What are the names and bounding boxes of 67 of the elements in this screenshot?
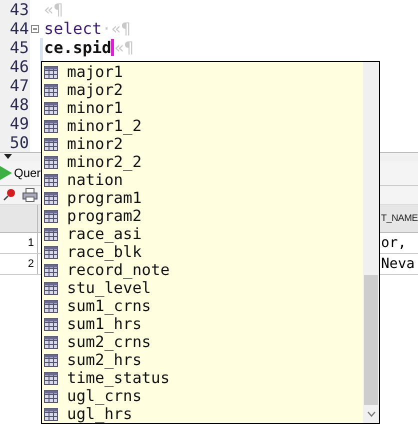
suggestion-item[interactable]: minor1: [42, 99, 363, 117]
table-icon: [44, 390, 58, 402]
suggestion-item[interactable]: minor2_2: [42, 153, 363, 171]
table-icon: [44, 246, 58, 258]
table-icon: [44, 192, 58, 204]
line-number: 50: [0, 133, 30, 152]
suggestion-item[interactable]: major2: [42, 81, 363, 99]
table-icon: [44, 210, 58, 222]
suggestion-item[interactable]: nation: [42, 171, 363, 189]
suggestion-item[interactable]: major1: [42, 63, 363, 81]
line-number: 48: [0, 95, 30, 114]
table-icon: [44, 84, 58, 96]
splitter-arrow-icon[interactable]: [4, 154, 12, 159]
suggestion-item[interactable]: ugl_hrs: [42, 405, 363, 423]
formatting-mark: «¶: [114, 38, 134, 57]
row-number: 1: [0, 233, 38, 253]
code-text: ce.spid: [44, 38, 112, 57]
suggestion-item[interactable]: program1: [42, 189, 363, 207]
printer-icon[interactable]: [22, 188, 38, 202]
table-cell-text: or,: [381, 234, 408, 253]
table-icon: [44, 318, 58, 330]
table-icon: [44, 336, 58, 348]
chevron-down-icon[interactable]: [366, 411, 376, 417]
line-number: 46: [0, 57, 30, 76]
table-icon: [44, 354, 58, 366]
table-icon: [44, 156, 58, 168]
suggestion-item[interactable]: minor2: [42, 135, 363, 153]
code-text: select: [44, 19, 102, 38]
suggestion-item[interactable]: time_status: [42, 369, 363, 387]
row-number: 2: [0, 254, 38, 274]
column-header[interactable]: T_NAME: [381, 205, 418, 232]
table-icon: [44, 120, 58, 132]
collapse-icon[interactable]: [31, 24, 39, 32]
line-number: 45: [0, 38, 30, 57]
scrollbar[interactable]: [363, 62, 379, 423]
suggestion-item[interactable]: race_blk: [42, 243, 363, 261]
query-result-tab[interactable]: Quer: [0, 161, 45, 185]
suggestion-item[interactable]: program2: [42, 207, 363, 225]
suggestion-item[interactable]: sum1_crns: [42, 297, 363, 315]
table-icon: [44, 264, 58, 276]
table-icon: [44, 228, 58, 240]
suggestion-item[interactable]: record_note: [42, 261, 363, 279]
line-number: 49: [0, 114, 30, 133]
table-icon: [44, 282, 58, 294]
table-icon: [44, 138, 58, 150]
line-number: 43: [0, 0, 30, 19]
table-cell-text: Neva: [381, 255, 416, 274]
scroll-thumb[interactable]: [364, 275, 378, 405]
suggestion-item[interactable]: minor1_2: [42, 117, 363, 135]
table-icon: [44, 372, 58, 384]
table-icon: [44, 102, 58, 114]
pin-icon[interactable]: [2, 188, 16, 202]
table-icon: [44, 174, 58, 186]
formatting-mark: ·«¶: [102, 19, 131, 38]
suggestion-item[interactable]: race_asi: [42, 225, 363, 243]
table-icon: [44, 408, 58, 420]
line-number: 44: [0, 19, 30, 38]
suggestion-item[interactable]: sum2_crns: [42, 333, 363, 351]
suggestion-item[interactable]: stu_level: [42, 279, 363, 297]
play-icon: [0, 166, 12, 180]
formatting-mark: «¶: [44, 0, 64, 19]
table-icon: [44, 66, 58, 78]
line-number: 47: [0, 76, 30, 95]
table-icon: [44, 300, 58, 312]
suggestion-item[interactable]: sum2_hrs: [42, 351, 363, 369]
suggestion-item[interactable]: sum1_hrs: [42, 315, 363, 333]
suggestion-item[interactable]: ugl_crns: [42, 387, 363, 405]
